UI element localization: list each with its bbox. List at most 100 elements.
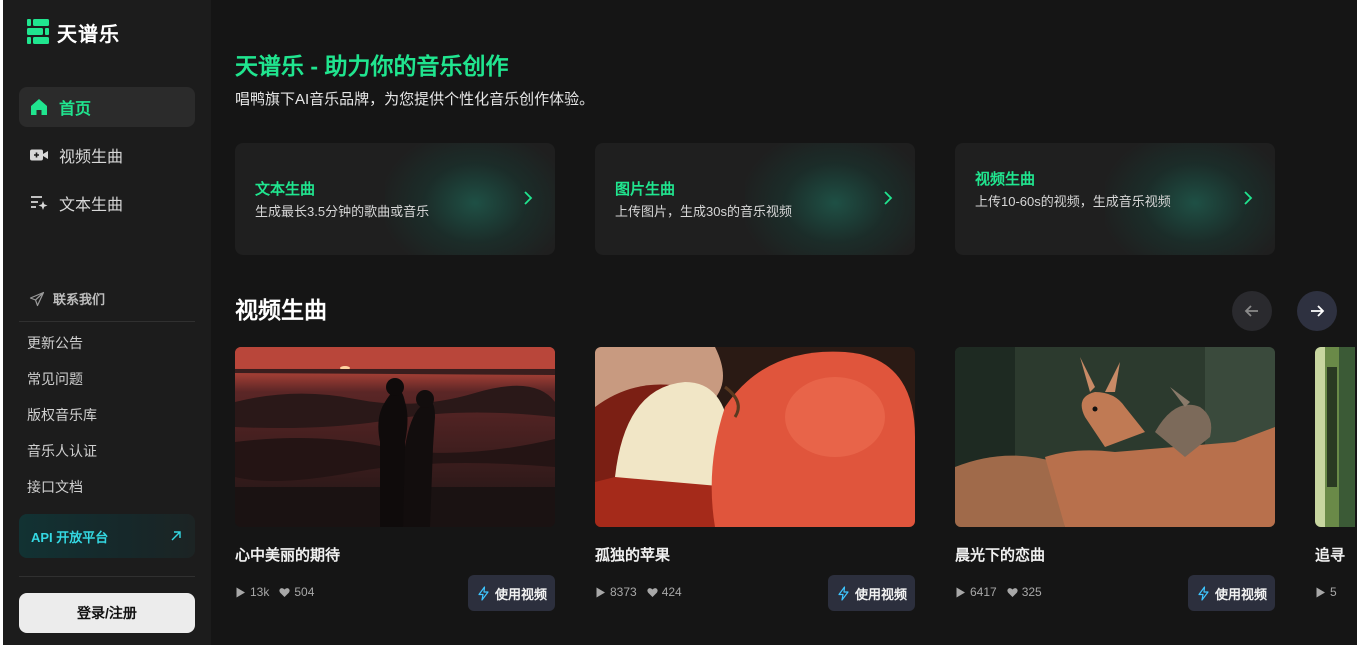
video-stats: 5 (1315, 585, 1341, 599)
link-faq[interactable]: 常见问题 (27, 369, 97, 405)
use-video-button[interactable]: 使用视频 (827, 575, 915, 611)
video-card[interactable]: 追寻 5 (1315, 347, 1355, 617)
logo-mark-icon (27, 19, 49, 45)
use-video-label: 使用视频 (494, 586, 547, 602)
page-title: 天谱乐 - 助力你的音乐创作 (235, 53, 509, 79)
external-link-arrow-icon (171, 531, 181, 541)
use-video-label: 使用视频 (854, 586, 907, 602)
video-card[interactable]: 晨光下的恋曲 6417 325 使用视频 (955, 347, 1275, 617)
like-count: 424 (647, 585, 682, 599)
contact-us-label: 联系我们 (53, 292, 106, 307)
use-video-button[interactable]: 使用视频 (467, 575, 555, 611)
chevron-right-icon (1244, 191, 1253, 205)
play-count: 5 (1315, 585, 1337, 599)
feature-title: 视频生曲 (975, 171, 1036, 188)
play-count: 13k (235, 585, 269, 599)
text-sparkle-icon (31, 196, 48, 210)
video-card[interactable]: 孤独的苹果 8373 424 使用视频 (595, 347, 915, 617)
heart-icon (647, 587, 658, 597)
like-count: 504 (279, 585, 314, 599)
like-count-value: 424 (661, 585, 682, 599)
feature-card-text-to-music[interactable]: 文本生曲 生成最长3.5分钟的歌曲或音乐 (235, 143, 555, 255)
play-count-value: 13k (250, 585, 270, 599)
play-count: 6417 (955, 585, 997, 599)
video-stats: 8373 424 (595, 585, 686, 599)
heart-icon (279, 587, 291, 597)
play-count-value: 5 (1330, 585, 1337, 599)
play-count-value: 8373 (610, 585, 637, 599)
video-thumbnail[interactable] (235, 347, 555, 527)
forest-image (1315, 347, 1355, 527)
video-title: 晨光下的恋曲 (955, 547, 1046, 564)
divider (19, 576, 195, 577)
arrow-right-icon (1311, 305, 1325, 317)
feature-description: 上传10-60s的视频，生成音乐视频 (975, 194, 1171, 209)
login-register-button[interactable]: 登录/注册 (19, 593, 195, 633)
play-icon (1316, 587, 1325, 597)
api-platform-button[interactable]: API 开放平台 (19, 514, 195, 558)
contact-us-link[interactable]: 联系我们 (29, 289, 105, 308)
carousel-next-button[interactable] (1297, 291, 1337, 331)
video-title: 孤独的苹果 (595, 547, 671, 564)
video-card[interactable]: 心中美丽的期待 13k 504 使用视频 (235, 347, 555, 617)
apple-image (595, 347, 915, 527)
video-stats: 6417 325 (955, 585, 1046, 599)
play-icon (236, 587, 245, 597)
like-count: 325 (1007, 585, 1042, 599)
sidebar: 天谱乐 首页 视频生曲 文本生曲 联系我们 更新公告 常见问题 版权音乐库 音乐… (3, 0, 211, 645)
link-update-notice[interactable]: 更新公告 (27, 333, 97, 369)
link-api-docs[interactable]: 接口文档 (27, 477, 97, 513)
play-icon (596, 587, 605, 597)
feature-description: 生成最长3.5分钟的歌曲或音乐 (255, 204, 430, 219)
play-count-value: 6417 (970, 585, 997, 599)
like-count-value: 325 (1021, 585, 1042, 599)
lightning-icon (838, 585, 849, 601)
divider (19, 321, 195, 322)
sidebar-links: 更新公告 常见问题 版权音乐库 音乐人认证 接口文档 (27, 333, 97, 513)
brand-logo[interactable]: 天谱乐 (27, 18, 120, 46)
main-nav: 首页 视频生曲 文本生曲 (19, 87, 195, 231)
arrow-left-icon (1244, 305, 1258, 317)
api-platform-label: API 开放平台 (31, 529, 109, 545)
like-count-value: 504 (294, 585, 315, 599)
feature-title: 文本生曲 (255, 181, 316, 198)
lightning-icon (478, 585, 489, 601)
nav-item-label: 文本生曲 (59, 197, 124, 214)
app-window: 天谱乐 首页 视频生曲 文本生曲 联系我们 更新公告 常见问题 版权音乐库 音乐… (3, 0, 1357, 645)
video-title: 追寻 (1315, 547, 1346, 564)
heart-icon (1007, 587, 1018, 597)
lightning-icon (1198, 585, 1209, 601)
use-video-button[interactable]: 使用视频 (1187, 575, 1275, 611)
video-stats: 13k 504 (235, 585, 318, 599)
video-thumbnail[interactable] (595, 347, 915, 527)
nav-item-video-to-music[interactable]: 视频生曲 (19, 135, 195, 175)
feature-description: 上传图片，生成30s的音乐视频 (615, 204, 792, 219)
carousel-prev-button[interactable] (1232, 291, 1272, 331)
feature-title: 图片生曲 (615, 181, 676, 198)
brand-name: 天谱乐 (57, 23, 120, 46)
main-content: 天谱乐 - 助力你的音乐创作 唱鸭旗下AI音乐品牌，为您提供个性化音乐创作体验。… (235, 0, 1357, 645)
use-video-label: 使用视频 (1214, 586, 1267, 602)
chevron-right-icon (884, 191, 893, 205)
play-count: 8373 (595, 585, 637, 599)
video-camera-icon (30, 149, 48, 161)
link-musician-verification[interactable]: 音乐人认证 (27, 441, 97, 477)
chevron-right-icon (524, 191, 533, 205)
section-title: 视频生曲 (235, 297, 327, 323)
feature-card-image-to-music[interactable]: 图片生曲 上传图片，生成30s的音乐视频 (595, 143, 915, 255)
video-thumbnail[interactable] (955, 347, 1275, 527)
home-icon (31, 99, 47, 115)
paper-plane-icon (29, 291, 45, 306)
sunset-couple-image (235, 347, 555, 527)
nav-item-label: 首页 (59, 101, 92, 118)
play-icon (956, 587, 965, 597)
nav-item-label: 视频生曲 (59, 149, 124, 166)
feature-card-video-to-music[interactable]: 视频生曲 上传10-60s的视频，生成音乐视频 (955, 143, 1275, 255)
page-subtitle: 唱鸭旗下AI音乐品牌，为您提供个性化音乐创作体验。 (235, 91, 595, 108)
deer-image (955, 347, 1275, 527)
video-title: 心中美丽的期待 (235, 547, 341, 564)
link-copyright-library[interactable]: 版权音乐库 (27, 405, 97, 441)
nav-item-text-to-music[interactable]: 文本生曲 (19, 183, 195, 223)
video-thumbnail[interactable] (1315, 347, 1355, 527)
nav-item-home[interactable]: 首页 (19, 87, 195, 127)
